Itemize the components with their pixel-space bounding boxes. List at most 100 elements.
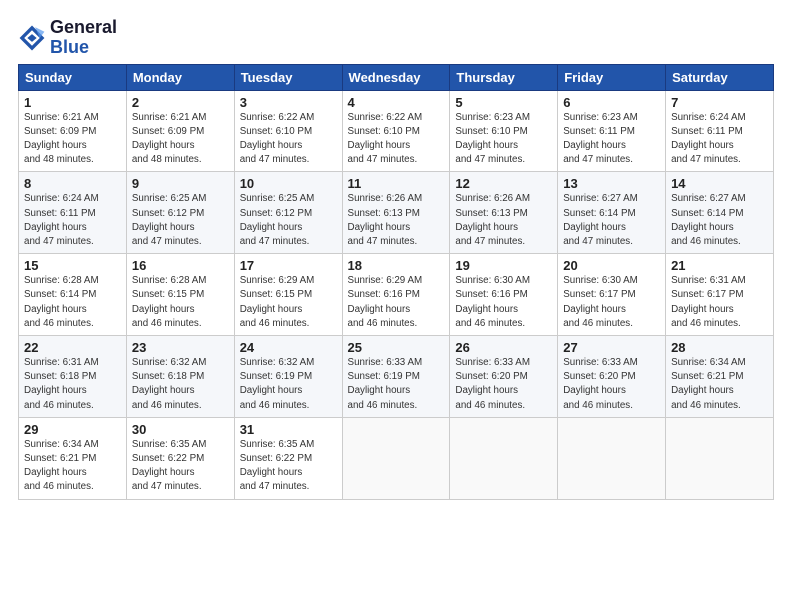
sunrise-text: Sunrise: 6:32 AM <box>240 357 315 368</box>
calendar-week-row: 15Sunrise: 6:28 AMSunset: 6:14 PMDayligh… <box>19 254 774 336</box>
daylight-duration: and 47 minutes. <box>563 236 633 247</box>
sunrise-text: Sunrise: 6:26 AM <box>455 193 530 204</box>
day-number: 5 <box>455 95 552 110</box>
day-info: Sunrise: 6:31 AMSunset: 6:18 PMDaylight … <box>24 356 121 413</box>
table-row <box>342 417 450 499</box>
sunrise-text: Sunrise: 6:27 AM <box>671 193 746 204</box>
table-row: 10Sunrise: 6:25 AMSunset: 6:12 PMDayligh… <box>234 172 342 254</box>
day-info: Sunrise: 6:33 AMSunset: 6:19 PMDaylight … <box>348 356 445 413</box>
day-info: Sunrise: 6:35 AMSunset: 6:22 PMDaylight … <box>132 438 229 495</box>
sunset-text: Sunset: 6:15 PM <box>240 289 312 300</box>
daylight-duration: and 46 minutes. <box>455 400 525 411</box>
sunset-text: Sunset: 6:11 PM <box>24 208 96 219</box>
sunset-text: Sunset: 6:15 PM <box>132 289 204 300</box>
table-row: 14Sunrise: 6:27 AMSunset: 6:14 PMDayligh… <box>666 172 774 254</box>
daylight-label: Daylight hours <box>24 467 87 478</box>
daylight-label: Daylight hours <box>563 140 626 151</box>
sunset-text: Sunset: 6:19 PM <box>348 371 420 382</box>
col-sunday: Sunday <box>19 64 127 90</box>
header: General Blue <box>18 18 774 58</box>
logo-text: General Blue <box>50 18 117 58</box>
table-row: 1Sunrise: 6:21 AMSunset: 6:09 PMDaylight… <box>19 90 127 172</box>
day-number: 3 <box>240 95 337 110</box>
sunrise-text: Sunrise: 6:25 AM <box>240 193 315 204</box>
sunrise-text: Sunrise: 6:33 AM <box>348 357 423 368</box>
day-info: Sunrise: 6:24 AMSunset: 6:11 PMDaylight … <box>24 192 121 249</box>
sunset-text: Sunset: 6:22 PM <box>132 453 204 464</box>
day-number: 11 <box>348 176 445 191</box>
daylight-duration: and 46 minutes. <box>132 318 202 329</box>
sunset-text: Sunset: 6:13 PM <box>348 208 420 219</box>
day-info: Sunrise: 6:22 AMSunset: 6:10 PMDaylight … <box>348 111 445 168</box>
calendar-table: Sunday Monday Tuesday Wednesday Thursday… <box>18 64 774 500</box>
table-row: 18Sunrise: 6:29 AMSunset: 6:16 PMDayligh… <box>342 254 450 336</box>
daylight-duration: and 48 minutes. <box>24 154 94 165</box>
table-row: 22Sunrise: 6:31 AMSunset: 6:18 PMDayligh… <box>19 336 127 418</box>
calendar-week-row: 1Sunrise: 6:21 AMSunset: 6:09 PMDaylight… <box>19 90 774 172</box>
daylight-duration: and 47 minutes. <box>132 481 202 492</box>
sunrise-text: Sunrise: 6:29 AM <box>240 275 315 286</box>
daylight-label: Daylight hours <box>132 140 195 151</box>
day-number: 30 <box>132 422 229 437</box>
table-row: 6Sunrise: 6:23 AMSunset: 6:11 PMDaylight… <box>558 90 666 172</box>
table-row: 27Sunrise: 6:33 AMSunset: 6:20 PMDayligh… <box>558 336 666 418</box>
daylight-duration: and 47 minutes. <box>240 481 310 492</box>
daylight-duration: and 47 minutes. <box>24 236 94 247</box>
day-info: Sunrise: 6:21 AMSunset: 6:09 PMDaylight … <box>24 111 121 168</box>
daylight-duration: and 46 minutes. <box>563 318 633 329</box>
sunrise-text: Sunrise: 6:35 AM <box>132 439 207 450</box>
daylight-duration: and 46 minutes. <box>24 318 94 329</box>
table-row: 21Sunrise: 6:31 AMSunset: 6:17 PMDayligh… <box>666 254 774 336</box>
daylight-label: Daylight hours <box>455 140 518 151</box>
sunset-text: Sunset: 6:20 PM <box>455 371 527 382</box>
daylight-label: Daylight hours <box>455 304 518 315</box>
day-number: 28 <box>671 340 768 355</box>
daylight-label: Daylight hours <box>455 222 518 233</box>
sunrise-text: Sunrise: 6:35 AM <box>240 439 315 450</box>
sunrise-text: Sunrise: 6:26 AM <box>348 193 423 204</box>
calendar-header-row: Sunday Monday Tuesday Wednesday Thursday… <box>19 64 774 90</box>
day-number: 24 <box>240 340 337 355</box>
day-info: Sunrise: 6:32 AMSunset: 6:19 PMDaylight … <box>240 356 337 413</box>
day-info: Sunrise: 6:30 AMSunset: 6:17 PMDaylight … <box>563 274 660 331</box>
table-row: 15Sunrise: 6:28 AMSunset: 6:14 PMDayligh… <box>19 254 127 336</box>
day-number: 27 <box>563 340 660 355</box>
table-row: 26Sunrise: 6:33 AMSunset: 6:20 PMDayligh… <box>450 336 558 418</box>
sunset-text: Sunset: 6:12 PM <box>132 208 204 219</box>
daylight-duration: and 46 minutes. <box>240 318 310 329</box>
sunrise-text: Sunrise: 6:30 AM <box>563 275 638 286</box>
day-number: 1 <box>24 95 121 110</box>
daylight-label: Daylight hours <box>24 385 87 396</box>
table-row: 19Sunrise: 6:30 AMSunset: 6:16 PMDayligh… <box>450 254 558 336</box>
daylight-duration: and 47 minutes. <box>240 154 310 165</box>
sunset-text: Sunset: 6:19 PM <box>240 371 312 382</box>
calendar-week-row: 29Sunrise: 6:34 AMSunset: 6:21 PMDayligh… <box>19 417 774 499</box>
table-row: 20Sunrise: 6:30 AMSunset: 6:17 PMDayligh… <box>558 254 666 336</box>
table-row: 5Sunrise: 6:23 AMSunset: 6:10 PMDaylight… <box>450 90 558 172</box>
table-row: 24Sunrise: 6:32 AMSunset: 6:19 PMDayligh… <box>234 336 342 418</box>
day-info: Sunrise: 6:31 AMSunset: 6:17 PMDaylight … <box>671 274 768 331</box>
sunset-text: Sunset: 6:11 PM <box>563 126 635 137</box>
calendar-week-row: 8Sunrise: 6:24 AMSunset: 6:11 PMDaylight… <box>19 172 774 254</box>
daylight-duration: and 47 minutes. <box>563 154 633 165</box>
sunrise-text: Sunrise: 6:27 AM <box>563 193 638 204</box>
table-row <box>666 417 774 499</box>
daylight-duration: and 46 minutes. <box>671 236 741 247</box>
daylight-label: Daylight hours <box>348 140 411 151</box>
sunset-text: Sunset: 6:12 PM <box>240 208 312 219</box>
day-info: Sunrise: 6:35 AMSunset: 6:22 PMDaylight … <box>240 438 337 495</box>
daylight-duration: and 46 minutes. <box>132 400 202 411</box>
day-info: Sunrise: 6:32 AMSunset: 6:18 PMDaylight … <box>132 356 229 413</box>
daylight-label: Daylight hours <box>563 222 626 233</box>
day-info: Sunrise: 6:25 AMSunset: 6:12 PMDaylight … <box>132 192 229 249</box>
day-info: Sunrise: 6:29 AMSunset: 6:15 PMDaylight … <box>240 274 337 331</box>
table-row: 4Sunrise: 6:22 AMSunset: 6:10 PMDaylight… <box>342 90 450 172</box>
table-row: 17Sunrise: 6:29 AMSunset: 6:15 PMDayligh… <box>234 254 342 336</box>
sunrise-text: Sunrise: 6:31 AM <box>24 357 99 368</box>
table-row: 29Sunrise: 6:34 AMSunset: 6:21 PMDayligh… <box>19 417 127 499</box>
daylight-duration: and 47 minutes. <box>455 236 525 247</box>
day-number: 18 <box>348 258 445 273</box>
sunrise-text: Sunrise: 6:23 AM <box>563 112 638 123</box>
day-info: Sunrise: 6:29 AMSunset: 6:16 PMDaylight … <box>348 274 445 331</box>
daylight-duration: and 47 minutes. <box>455 154 525 165</box>
